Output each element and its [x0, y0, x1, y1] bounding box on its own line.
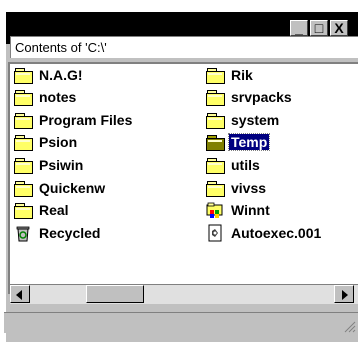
list-item[interactable]: Psion [14, 131, 79, 153]
folder-icon [14, 111, 34, 129]
list-item[interactable]: system [206, 109, 281, 131]
list-item[interactable]: Quickenw [14, 177, 107, 199]
list-item[interactable]: N.A.G! [14, 64, 85, 86]
arrow-right-icon [342, 290, 348, 300]
item-label: Program Files [39, 112, 133, 128]
folder-icon [206, 66, 226, 84]
folder-icon [206, 156, 226, 174]
list-item[interactable]: Rik [206, 64, 255, 86]
item-label: N.A.G! [39, 67, 83, 83]
folder-icon [206, 179, 226, 197]
item-label: Temp [227, 133, 271, 151]
item-label: Recycled [39, 225, 101, 241]
item-label: vivss [231, 180, 267, 196]
item-label: srvpacks [231, 89, 292, 105]
item-label: Psion [39, 134, 78, 150]
minimize-icon: _ [295, 20, 303, 36]
list-item[interactable]: Recycled [14, 222, 102, 244]
open-folder-icon [206, 133, 226, 151]
scroll-left-button[interactable] [10, 285, 30, 303]
file-icon [206, 224, 226, 242]
list-item[interactable]: Autoexec.001 [206, 222, 323, 244]
item-label: Quickenw [39, 180, 106, 196]
resize-grip-icon[interactable] [342, 319, 356, 333]
folder-icon [14, 201, 34, 219]
folder-icon [14, 156, 34, 174]
close-icon: X [334, 20, 344, 36]
list-item[interactable]: Real [14, 199, 71, 221]
folder-icon [14, 179, 34, 197]
list-item[interactable]: srvpacks [206, 86, 294, 108]
item-label: utils [231, 157, 260, 173]
list-item[interactable]: Psiwin [14, 154, 85, 176]
list-item[interactable]: Winnt [206, 199, 272, 221]
maximize-icon: □ [314, 20, 324, 36]
item-label: system [231, 112, 280, 128]
winnt-folder-icon [206, 201, 226, 219]
item-label: Winnt [231, 202, 270, 218]
arrow-left-icon [16, 290, 22, 300]
horizontal-scrollbar[interactable] [10, 284, 358, 304]
scroll-thumb[interactable] [86, 285, 144, 303]
maximize-button[interactable]: □ [310, 20, 328, 36]
item-label: Psiwin [39, 157, 84, 173]
folder-icon [14, 133, 34, 151]
item-label: Autoexec.001 [231, 225, 322, 241]
folder-icon [14, 88, 34, 106]
item-label: Real [39, 202, 69, 218]
file-list[interactable]: N.A.G! notes Program Files Psion Psiwin … [8, 62, 358, 294]
list-item[interactable]: notes [14, 86, 78, 108]
folder-icon [206, 88, 226, 106]
close-button[interactable]: X [330, 20, 348, 36]
recycle-bin-icon [14, 224, 34, 242]
item-label: notes [39, 89, 77, 105]
status-bar [4, 312, 358, 333]
list-item[interactable]: vivss [206, 177, 268, 199]
contents-header: Contents of 'C:\' [10, 36, 358, 58]
item-label: Rik [231, 67, 253, 83]
minimize-button[interactable]: _ [290, 20, 308, 36]
list-item[interactable]: utils [206, 154, 262, 176]
list-item[interactable]: Program Files [14, 109, 134, 131]
folder-icon [206, 111, 226, 129]
contents-label: Contents of 'C:\' [15, 40, 107, 55]
scroll-right-button[interactable] [334, 285, 354, 303]
folder-icon [14, 66, 34, 84]
list-item-selected[interactable]: Temp [206, 131, 271, 153]
